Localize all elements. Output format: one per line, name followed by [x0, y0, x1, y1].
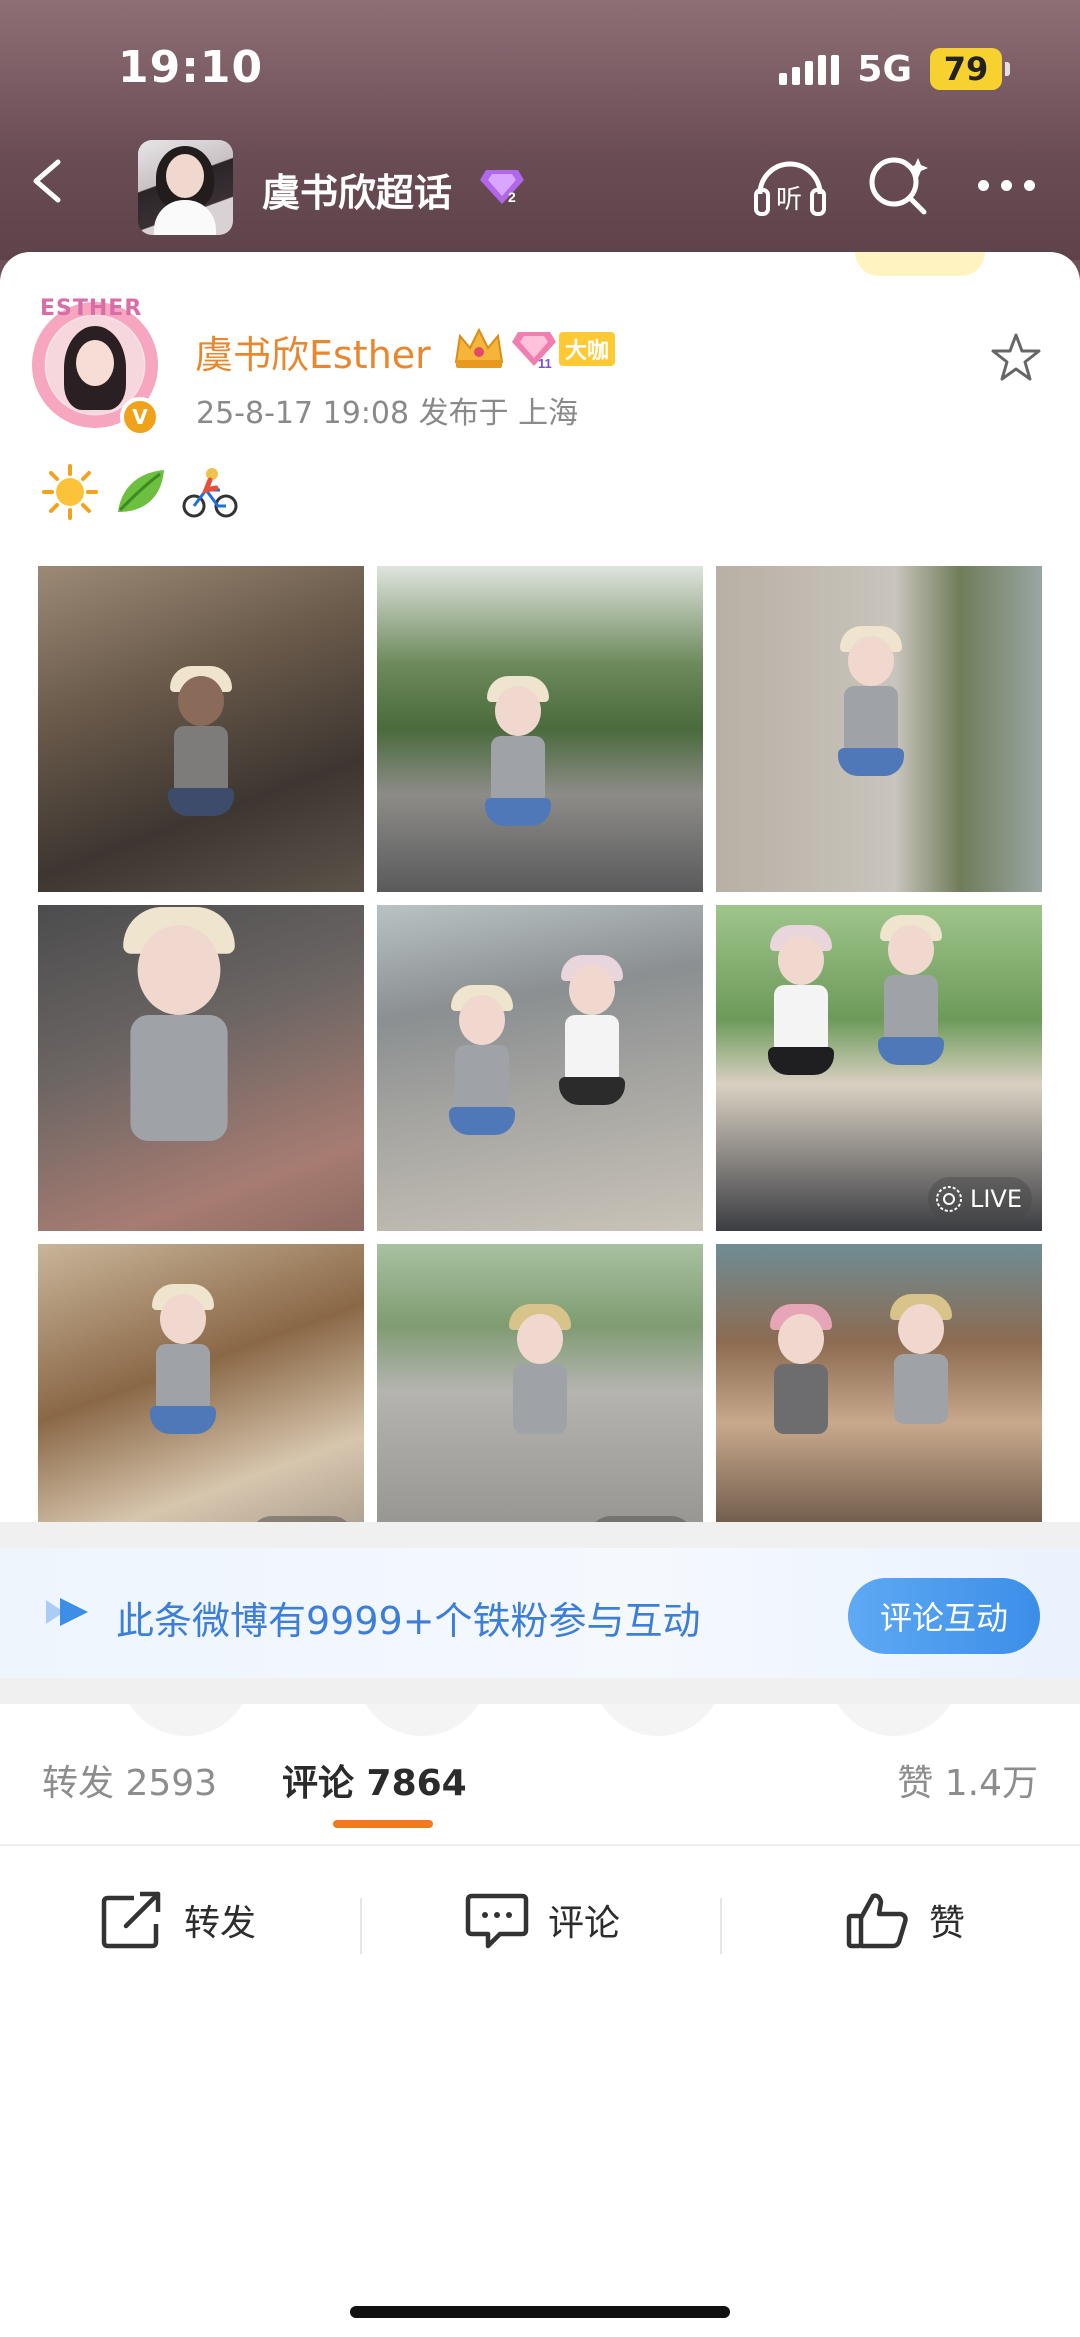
listen-headphones-icon[interactable]: 听	[750, 150, 830, 220]
fans-interaction-bar: 此条微博有9999+个铁粉参与互动 评论互动	[0, 1548, 1080, 1678]
avatar-frame-text: ESTHER	[40, 296, 143, 321]
star-icon[interactable]	[990, 332, 1042, 384]
leaf-icon	[118, 470, 164, 512]
repost-button[interactable]: 转发	[100, 1890, 256, 1950]
svg-text:听: 听	[776, 185, 802, 215]
like-button[interactable]: 赞	[845, 1890, 965, 1950]
tab-like[interactable]: 赞 1.4万	[897, 1754, 1038, 1806]
post-emoji-text	[42, 464, 238, 520]
comment-interaction-button[interactable]: 评论互动	[848, 1578, 1040, 1654]
signal-icon	[779, 53, 840, 85]
status-bar-right: 5G 79	[779, 48, 1010, 90]
post-tabs: 转发 2593 评论 7864 赞 1.4万	[0, 1704, 1080, 1844]
home-indicator	[350, 2306, 730, 2318]
top-header: 19:10 5G 79 虞书欣超话 2 听	[0, 0, 1080, 260]
photo-4[interactable]	[38, 905, 364, 1231]
photo-6[interactable]: LIVE	[716, 905, 1042, 1231]
like-label: 赞	[929, 1903, 966, 1944]
back-arrow-icon[interactable]	[26, 158, 72, 204]
active-tab-indicator	[333, 1820, 433, 1828]
live-photo-icon	[935, 1186, 962, 1212]
repost-icon	[101, 1891, 161, 1949]
battery-level: 79	[930, 48, 1002, 90]
post-meta: 25-8-17 19:08 发布于 上海	[196, 396, 579, 431]
battery-icon: 79	[930, 48, 1010, 90]
post-card: ESTHER V 虞书欣Esther 11 大咖 25-8-17 19:08 发…	[0, 252, 1080, 2337]
status-time: 19:10	[118, 42, 264, 93]
diamond-level-icon: 2	[480, 170, 524, 205]
live-badge: LIVE	[927, 1177, 1032, 1221]
more-menu-icon[interactable]	[978, 180, 1035, 191]
svg-text:2: 2	[508, 189, 516, 205]
fans-icon	[46, 1598, 88, 1626]
decoration	[855, 252, 985, 276]
sun-icon	[42, 464, 98, 520]
diamond-level-icon: 11	[512, 332, 556, 370]
photo-5[interactable]	[377, 905, 703, 1231]
photo-3[interactable]	[716, 566, 1042, 892]
action-bar: 转发 评论 赞	[0, 1844, 1080, 1994]
network-type: 5G	[857, 48, 912, 90]
live-label: LIVE	[969, 1185, 1022, 1213]
repost-label: 转发	[184, 1903, 257, 1944]
vip-badge: 大咖	[559, 332, 616, 366]
svg-text:11: 11	[538, 356, 552, 370]
comment-label: 评论	[548, 1903, 621, 1944]
supertopic-avatar[interactable]	[138, 140, 233, 235]
page-title[interactable]: 虞书欣超话	[262, 162, 452, 217]
fans-interaction-text: 此条微博有9999+个铁粉参与互动	[116, 1599, 701, 1643]
photo-grid: LIVE LIVE LIVE	[38, 566, 1042, 1570]
search-icon[interactable]	[866, 152, 932, 218]
crown-icon	[454, 327, 504, 368]
photo-2[interactable]	[377, 566, 703, 892]
comment-button[interactable]: 评论	[464, 1890, 620, 1950]
comment-icon	[465, 1893, 529, 1949]
verified-badge-icon: V	[120, 397, 160, 437]
cyclist-icon	[182, 468, 238, 518]
thumbs-up-icon	[846, 1893, 908, 1949]
tab-comment[interactable]: 评论 7864	[282, 1754, 467, 1806]
photo-1[interactable]	[38, 566, 364, 892]
tab-repost[interactable]: 转发 2593	[42, 1754, 217, 1806]
author-name[interactable]: 虞书欣Esther	[195, 324, 431, 379]
